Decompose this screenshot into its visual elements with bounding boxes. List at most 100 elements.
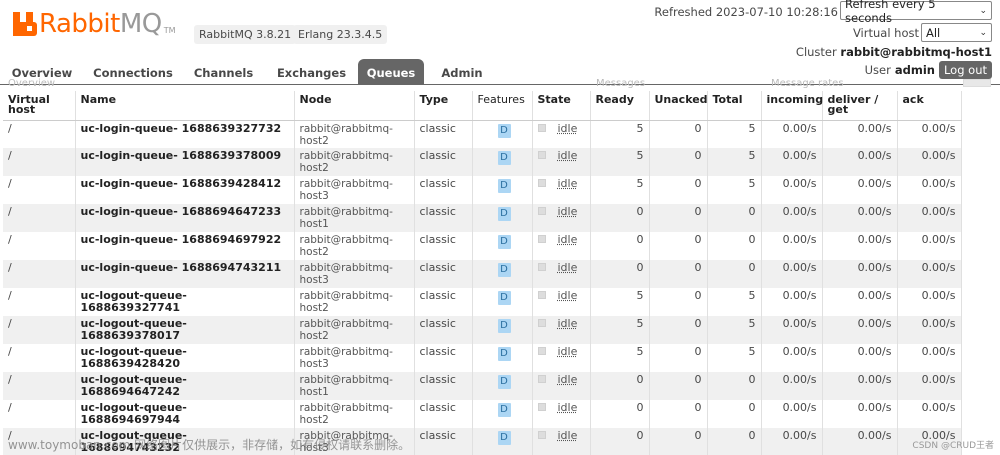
tab-connections[interactable]: Connections	[84, 59, 182, 84]
queue-name-link[interactable]: uc-login-queue- 1688639378009	[75, 148, 295, 176]
col-header-vhost[interactable]: Virtual host	[3, 91, 76, 121]
queue-name-link[interactable]: uc-logout-queue- 1688639378017	[75, 316, 295, 344]
state-label: idle	[557, 205, 578, 218]
cell-incoming-rate: 0.00/s	[761, 344, 823, 372]
cell-type: classic	[414, 400, 473, 428]
state-label: idle	[557, 373, 578, 386]
state-label: idle	[557, 121, 578, 135]
rabbitmq-version-badge: RabbitMQ 3.8.21	[194, 25, 297, 44]
virtual-host-value: All	[926, 25, 941, 40]
durable-badge: D	[497, 375, 511, 389]
col-header-type[interactable]: Type	[414, 91, 473, 121]
durable-badge: D	[497, 207, 511, 221]
state-indicator-icon	[537, 431, 546, 439]
cell-unacked: 0	[649, 316, 708, 344]
cell-deliver-rate: 0.00/s	[822, 344, 898, 372]
cell-ready: 0	[590, 372, 650, 400]
cell-vhost: /	[3, 372, 76, 400]
queue-name-link[interactable]: uc-logout-queue- 1688694647242	[75, 372, 295, 400]
col-header-name[interactable]: Name	[75, 91, 295, 121]
virtual-host-select[interactable]: All ⌄	[921, 23, 992, 42]
cluster-label: Cluster	[795, 45, 837, 59]
state-indicator-icon	[537, 263, 546, 271]
cell-ready: 0	[590, 428, 650, 455]
cell-node: rabbit@rabbitmq-host3	[294, 260, 415, 288]
col-header-features: Features	[472, 91, 533, 121]
durable-badge: D	[497, 263, 511, 277]
cell-node: rabbit@rabbitmq-host1	[294, 372, 415, 400]
cell-deliver-rate: 0.00/s	[822, 316, 898, 344]
queue-name-link[interactable]: uc-login-queue- 1688639327732	[75, 120, 295, 148]
cell-incoming-rate: 0.00/s	[761, 148, 823, 176]
tab-exchanges[interactable]: Exchanges	[265, 59, 358, 84]
queue-name-link[interactable]: uc-logout-queue- 1688694697944	[75, 400, 295, 428]
cell-deliver-rate: 0.00/s	[822, 232, 898, 260]
tab-queues[interactable]: Queues	[358, 59, 424, 84]
cell-state: idle	[532, 400, 591, 428]
cell-unacked: 0	[649, 204, 708, 232]
col-header-node[interactable]: Node	[294, 91, 415, 121]
cell-unacked: 0	[649, 372, 708, 400]
cell-ready: 0	[590, 400, 650, 428]
cell-node: rabbit@rabbitmq-host1	[294, 204, 415, 232]
cell-total: 5	[707, 120, 762, 148]
col-header-deliver-get[interactable]: deliver / get	[822, 91, 898, 121]
queue-name-link[interactable]: uc-login-queue- 1688639428412	[75, 176, 295, 204]
queue-name-link[interactable]: uc-login-queue- 1688694743211	[75, 260, 295, 288]
col-header-total[interactable]: Total	[707, 91, 762, 121]
cell-incoming-rate: 0.00/s	[761, 428, 823, 455]
queue-name-link[interactable]: uc-logout-queue- 1688639428420	[75, 344, 295, 372]
cell-state: idle	[532, 232, 591, 260]
col-header-ready[interactable]: Ready	[590, 91, 650, 121]
state-indicator-icon	[537, 235, 546, 243]
cell-features: D	[472, 344, 533, 372]
state-label: idle	[557, 149, 578, 162]
cell-state: idle	[532, 288, 591, 316]
durable-badge: D	[497, 235, 511, 249]
col-header-incoming[interactable]: incoming	[761, 91, 823, 121]
cell-deliver-rate: 0.00/s	[822, 260, 898, 288]
rabbitmq-logo[interactable]: RabbitMQ TM	[13, 8, 176, 40]
refresh-interval-value: Refresh every 5 seconds	[845, 0, 936, 25]
cell-ready: 5	[590, 316, 650, 344]
cell-unacked: 0	[649, 428, 708, 455]
table-row: / uc-login-queue- 1688694647233 rabbit@rab…	[3, 204, 962, 232]
queue-name-link[interactable]: uc-login-queue- 1688694697922	[75, 232, 295, 260]
chevron-down-icon: ⌄	[979, 5, 987, 16]
cell-unacked: 0	[649, 288, 708, 316]
durable-badge: D	[497, 123, 511, 138]
cell-features: D	[472, 232, 533, 260]
cell-state: idle	[532, 260, 591, 288]
queue-name-link[interactable]: uc-logout-queue- 1688639327741	[75, 288, 295, 316]
durable-badge: D	[497, 179, 511, 193]
cell-ack-rate: 0.00/s	[897, 232, 962, 260]
tab-divider	[0, 84, 1000, 85]
refresh-interval-select[interactable]: Refresh every 5 seconds ⌄	[840, 0, 992, 25]
cell-type: classic	[414, 372, 473, 400]
cell-state: idle	[532, 176, 591, 204]
cell-node: rabbit@rabbitmq-host2	[294, 288, 415, 316]
tab-admin[interactable]: Admin	[424, 59, 500, 84]
cell-incoming-rate: 0.00/s	[761, 316, 823, 344]
cell-ack-rate: 0.00/s	[897, 288, 962, 316]
refreshed-timestamp: Refreshed 2023-07-10 10:28:16	[654, 5, 838, 19]
col-header-state[interactable]: State	[532, 91, 591, 121]
cell-features: D	[472, 400, 533, 428]
tab-channels[interactable]: Channels	[182, 59, 265, 84]
col-header-ack[interactable]: ack	[897, 91, 962, 121]
state-label: idle	[557, 261, 578, 274]
cell-deliver-rate: 0.00/s	[822, 120, 898, 148]
queue-name-link[interactable]: uc-login-queue- 1688694647233	[75, 204, 295, 232]
cell-vhost: /	[3, 232, 76, 260]
cell-ack-rate: 0.00/s	[897, 176, 962, 204]
cell-features: D	[472, 204, 533, 232]
cell-type: classic	[414, 204, 473, 232]
state-indicator-icon	[537, 207, 546, 215]
cell-ready: 5	[590, 120, 650, 148]
cell-total: 5	[707, 344, 762, 372]
col-header-unacked[interactable]: Unacked	[649, 91, 708, 121]
cell-incoming-rate: 0.00/s	[761, 372, 823, 400]
cell-ready: 0	[590, 260, 650, 288]
state-label: idle	[557, 177, 578, 190]
column-options-toggle[interactable]	[963, 79, 991, 87]
